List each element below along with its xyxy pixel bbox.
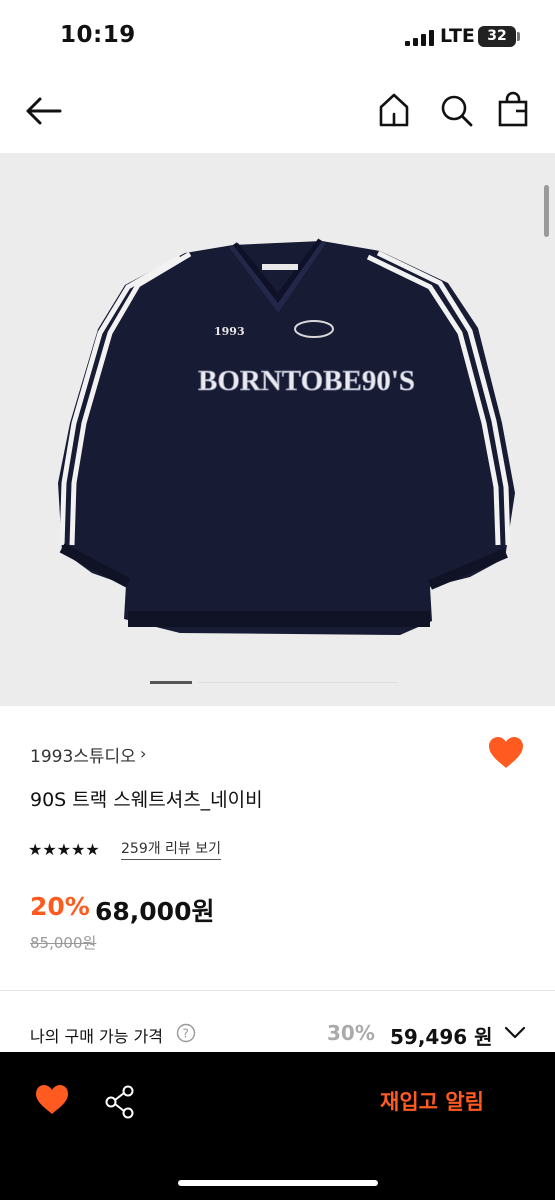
pager-track: [198, 682, 398, 683]
svg-text:?: ?: [183, 1027, 189, 1041]
arrow-left-icon[interactable]: [24, 93, 64, 129]
status-bar: 10:19 LTE 32: [0, 0, 555, 75]
battery-cap: [517, 32, 520, 41]
carousel-pager: [150, 681, 400, 684]
review-link[interactable]: 259개 리뷰 보기: [121, 838, 222, 860]
battery-icon: 32: [478, 26, 516, 47]
brand-link[interactable]: 1993스튜디오: [30, 742, 136, 767]
product-image: 1993 BORNTOBE90'S: [58, 238, 515, 635]
network-label: LTE: [440, 25, 475, 47]
search-icon[interactable]: [437, 90, 475, 130]
chevron-down-icon[interactable]: [503, 1022, 527, 1042]
pager-active: [150, 681, 192, 684]
heart-icon[interactable]: [34, 1084, 70, 1116]
heart-icon[interactable]: [487, 736, 525, 770]
purchase-rate: 30%: [327, 1021, 375, 1045]
share-icon[interactable]: [104, 1084, 136, 1120]
home-indicator: [178, 1180, 378, 1186]
home-icon[interactable]: [375, 90, 413, 130]
print-main-text: BORNTOBE90'S: [198, 365, 415, 397]
purchase-price: 59,496 원: [390, 1025, 493, 1049]
chevron-right-icon[interactable]: ›: [140, 744, 146, 763]
product-image-carousel[interactable]: 1993 BORNTOBE90'S: [0, 153, 555, 706]
restock-alert-button[interactable]: 재입고 알림: [380, 1086, 484, 1116]
sale-price: 68,000원: [95, 897, 215, 926]
status-time: 10:19: [60, 22, 136, 48]
image-scrollbar[interactable]: [544, 185, 549, 237]
original-price: 85,000원: [30, 934, 97, 952]
star-rating: ★★★★★: [28, 840, 100, 859]
shopping-bag-icon[interactable]: [494, 90, 532, 130]
purchase-price-row[interactable]: 나의 구매 가능 가격 ? 30% 59,496 원: [0, 1000, 555, 1052]
divider: [0, 990, 555, 991]
bottom-action-bar: 재입고 알림: [0, 1052, 555, 1200]
question-circle-icon[interactable]: ?: [176, 1023, 196, 1043]
purchase-label: 나의 구매 가능 가격: [30, 1027, 164, 1046]
print-small-text: 1993: [214, 325, 245, 338]
discount-rate: 20%: [30, 892, 90, 921]
signal-icon: [405, 30, 434, 46]
product-title: 90S 트랙 스웨트셔츠_네이비: [30, 789, 263, 811]
app-header: [0, 75, 555, 153]
